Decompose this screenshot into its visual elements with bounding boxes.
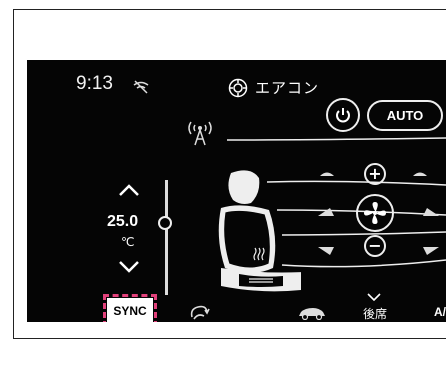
ac-button[interactable]: A/ [434,305,446,319]
vent-arrow-icon [318,247,334,255]
power-button[interactable] [326,98,360,132]
chevron-down-icon [367,293,381,301]
climate-screen: 9:13 エアコン AUTO 25.0 ℃ + − SYNC 後席 A/ [27,60,446,322]
fan-decrease-button[interactable]: − [364,235,386,257]
fan-speed-button[interactable] [356,194,394,232]
car-icon[interactable] [297,306,327,320]
vent-arrow-icon [423,247,439,255]
page-title: エアコン [255,79,320,97]
fan-icon [364,202,386,224]
auto-button[interactable]: AUTO [367,100,443,131]
vent-arrow-icon [423,208,439,216]
temperature-unit: ℃ [121,235,135,249]
rear-defrost-icon[interactable] [412,167,428,179]
temp-up-button[interactable] [117,182,141,198]
recirculation-icon[interactable] [188,303,210,321]
seat-heater-icon[interactable] [211,168,301,296]
vent-arrow-icon [318,208,334,216]
clock: 9:13 [76,73,113,94]
power-icon [336,108,350,123]
wifi-off-icon [133,80,149,94]
gear-icon [228,78,248,98]
temperature-value: 25.0 [107,213,139,230]
temperature-slider-handle[interactable] [158,216,172,230]
defrost-icon[interactable] [319,167,335,179]
temperature-slider[interactable] [165,180,168,295]
temp-down-button[interactable] [117,259,141,275]
fan-increase-button[interactable]: + [364,163,386,185]
sync-button[interactable]: SYNC [107,298,153,322]
antenna-icon[interactable] [185,118,215,148]
rear-seat-button[interactable]: 後席 [363,305,387,322]
